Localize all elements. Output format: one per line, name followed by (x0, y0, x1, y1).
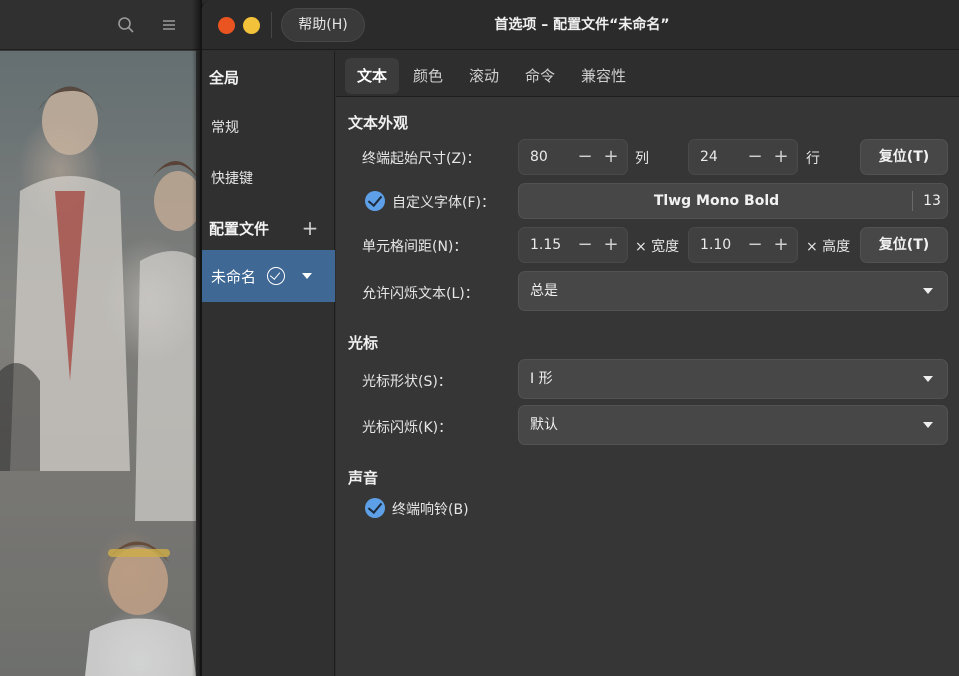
cell-spacing-label: 单元格间距(N)： (362, 239, 468, 255)
blink-text-label: 允许闪烁文本(L)： (362, 286, 479, 302)
search-icon[interactable] (116, 15, 136, 35)
initial-size-label: 终端起始尺寸(Z)： (362, 151, 481, 167)
section-title-text-appearance: 文本外观 (348, 114, 409, 132)
rows-unit: 行 (806, 151, 820, 167)
columns-value[interactable]: 80 (530, 140, 548, 174)
plus-icon[interactable]: + (769, 228, 793, 262)
section-title-sound: 声音 (348, 469, 379, 487)
sidebar-item-general[interactable]: 常规 (211, 117, 239, 137)
window-title: 首选项 – 配置文件“未命名” (494, 17, 670, 33)
chevron-down-icon[interactable] (302, 273, 312, 279)
background-window (0, 0, 202, 676)
cursor-blink-dropdown[interactable]: 默认 (518, 405, 948, 445)
titlebar: 帮助(H) 首选项 – 配置文件“未命名” (202, 0, 959, 50)
font-chooser-button[interactable]: Tlwg Mono Bold 13 (518, 183, 948, 219)
wallpaper-image (0, 51, 202, 676)
sidebar-item-profile[interactable]: 未命名 (202, 250, 335, 302)
columns-unit: 列 (635, 151, 649, 167)
sidebar: 全局 常规 快捷键 配置文件 + 未命名 (202, 51, 335, 676)
close-button[interactable] (218, 17, 235, 34)
cursor-shape-label: 光标形状(S)： (362, 374, 452, 390)
sidebar-item-shortcuts[interactable]: 快捷键 (211, 168, 253, 188)
plus-icon[interactable]: + (300, 218, 320, 238)
cell-width-value[interactable]: 1.15 (530, 228, 561, 262)
cursor-shape-value: I 形 (530, 371, 553, 387)
background-titlebar (0, 0, 200, 50)
plus-icon[interactable]: + (599, 228, 623, 262)
tab-compatibility[interactable]: 兼容性 (569, 58, 638, 94)
cursor-blink-value: 默认 (530, 417, 558, 433)
font-size: 13 (923, 193, 941, 209)
custom-font-checkbox[interactable] (365, 191, 385, 211)
minus-icon[interactable]: − (573, 140, 597, 174)
sidebar-header-profiles: 配置文件 (209, 220, 270, 238)
custom-font-label[interactable]: 自定义字体(F)： (392, 192, 495, 212)
minus-icon[interactable]: − (743, 228, 767, 262)
tab-colors[interactable]: 颜色 (401, 58, 455, 94)
terminal-bell-checkbox[interactable] (365, 498, 385, 518)
chevron-down-icon (923, 288, 933, 294)
minimize-button[interactable] (243, 17, 260, 34)
text-settings-panel: 文本外观 终端起始尺寸(Z)： 80 − + 列 24 − + 行 复位(T) … (336, 97, 959, 676)
check-circle-icon (267, 267, 285, 285)
minus-icon[interactable]: − (743, 140, 767, 174)
columns-spinbutton[interactable]: 80 − + (518, 139, 628, 175)
plus-icon[interactable]: + (769, 140, 793, 174)
rows-spinbutton[interactable]: 24 − + (688, 139, 798, 175)
minus-icon[interactable]: − (573, 228, 597, 262)
reset-spacing-button[interactable]: 复位(T) (860, 227, 948, 263)
cursor-blink-label: 光标闪烁(K)： (362, 420, 453, 436)
rows-value[interactable]: 24 (700, 140, 718, 174)
sidebar-header-global: 全局 (209, 69, 240, 87)
hamburger-menu-icon[interactable] (160, 15, 178, 35)
cell-width-spinbutton[interactable]: 1.15 − + (518, 227, 628, 263)
cell-height-spinbutton[interactable]: 1.10 − + (688, 227, 798, 263)
section-title-cursor: 光标 (348, 334, 379, 352)
help-button[interactable]: 帮助(H) (281, 8, 365, 42)
plus-icon[interactable]: + (599, 140, 623, 174)
tab-text[interactable]: 文本 (345, 58, 400, 94)
wallpaper-illustration (0, 51, 202, 676)
cell-height-value[interactable]: 1.10 (700, 228, 731, 262)
cell-height-unit: × 高度 (806, 239, 851, 255)
font-separator (912, 191, 913, 211)
terminal-bell-label[interactable]: 终端响铃(B) (392, 499, 469, 519)
preferences-dialog: 帮助(H) 首选项 – 配置文件“未命名” 全局 常规 快捷键 配置文件 + 未… (201, 0, 959, 676)
font-name: Tlwg Mono Bold (653, 193, 780, 209)
blink-text-dropdown[interactable]: 总是 (518, 271, 948, 311)
blink-text-value: 总是 (530, 283, 558, 299)
chevron-down-icon (923, 422, 933, 428)
reset-size-button[interactable]: 复位(T) (860, 139, 948, 175)
tab-bar: 文本 颜色 滚动 命令 兼容性 (336, 51, 959, 97)
cursor-shape-dropdown[interactable]: I 形 (518, 359, 948, 399)
chevron-down-icon (923, 376, 933, 382)
cell-width-unit: × 宽度 (635, 239, 680, 255)
titlebar-separator (271, 12, 272, 38)
tab-scrolling[interactable]: 滚动 (457, 58, 511, 94)
tab-command[interactable]: 命令 (513, 58, 567, 94)
profile-name: 未命名 (211, 268, 257, 286)
